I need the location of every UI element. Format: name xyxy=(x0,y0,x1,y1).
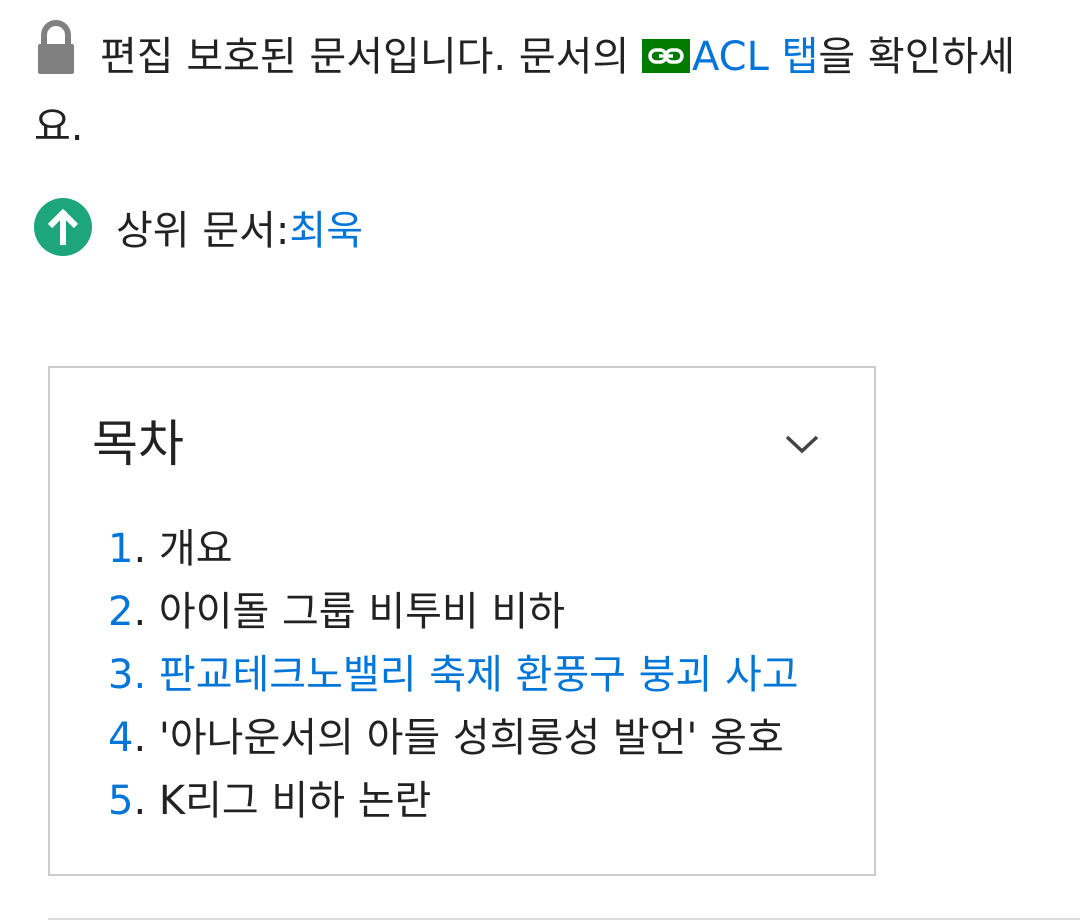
toc-item-number[interactable]: 4 xyxy=(108,715,133,761)
toc-item-link[interactable]: '아나운서의 아들 성희롱성 발언' 옹호 xyxy=(159,715,784,761)
protection-text-before: 편집 보호된 문서입니다. 문서의 xyxy=(100,34,642,80)
parent-document-link[interactable]: 최욱 xyxy=(289,198,363,256)
toc-item: 3. 판교테크노밸리 축제 환풍구 붕괴 사고 xyxy=(108,652,799,698)
parent-document: 상위 문서: 최욱 xyxy=(34,196,363,258)
toc-toggle-button[interactable] xyxy=(778,422,826,470)
parent-document-label: 상위 문서: xyxy=(116,208,290,254)
toc-item: 2. 아이돌 그룹 비투비 비하 xyxy=(108,589,566,635)
toc-item: 4. '아나운서의 아들 성희롱성 발언' 옹호 xyxy=(108,715,784,761)
arrow-up-circle-icon xyxy=(34,198,92,256)
toc-item-link[interactable]: 판교테크노밸리 축제 환풍구 붕괴 사고 xyxy=(159,652,799,698)
acl-tab-link[interactable]: ACL 탭 xyxy=(641,34,819,80)
toc-item-link[interactable]: 아이돌 그룹 비투비 비하 xyxy=(159,589,565,635)
toc-item-link[interactable]: K리그 비하 논란 xyxy=(159,778,431,824)
section-divider xyxy=(48,918,1080,920)
toc-item-number[interactable]: 5 xyxy=(108,778,133,824)
toc-title: 목차 xyxy=(92,415,184,473)
toc-item-link[interactable]: 개요 xyxy=(159,526,233,572)
protection-notice: 편집 보호된 문서입니다. 문서의 ACL 탭을 확인하세요. xyxy=(34,20,1044,162)
toc-item-number[interactable]: 3 xyxy=(108,652,133,698)
lock-icon xyxy=(34,20,78,76)
table-of-contents: 목차 1. 개요 2. 아이돌 그룹 비투비 비하 3. 판교테크노밸리 축제 … xyxy=(48,366,876,876)
link-icon xyxy=(641,39,690,73)
toc-item: 5. K리그 비하 논란 xyxy=(108,778,432,824)
toc-item-number[interactable]: 1 xyxy=(108,526,133,572)
acl-tab-link-label: ACL 탭 xyxy=(691,34,819,80)
toc-list: 1. 개요 2. 아이돌 그룹 비투비 비하 3. 판교테크노밸리 축제 환풍구… xyxy=(108,518,799,833)
toc-item: 1. 개요 xyxy=(108,526,233,572)
toc-item-number[interactable]: 2 xyxy=(108,589,133,635)
chevron-down-icon xyxy=(784,433,820,459)
